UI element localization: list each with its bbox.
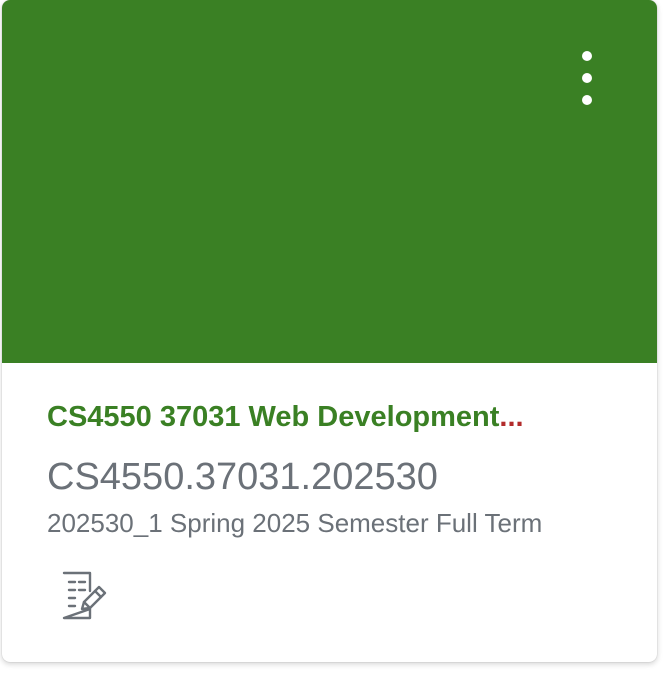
course-code: CS4550.37031.202530 [47, 456, 438, 498]
course-options-menu-icon[interactable] [575, 50, 599, 108]
title-ellipsis: ... [499, 401, 524, 433]
course-card-body: CS4550 37031 Web Development... CS4550.3… [2, 363, 657, 662]
course-title-link[interactable]: CS4550 37031 Web Development... [47, 399, 612, 435]
course-term: 202530_1 Spring 2025 Semester Full Term [47, 508, 543, 538]
course-card[interactable]: CS4550 37031 Web Development... CS4550.3… [2, 0, 657, 662]
menu-dot [582, 95, 592, 105]
menu-dot [582, 51, 592, 61]
course-title[interactable]: CS4550 37031 Web Development [47, 401, 499, 433]
course-card-hero[interactable] [2, 0, 657, 363]
menu-dot [582, 73, 592, 83]
assignments-icon[interactable] [60, 571, 110, 621]
